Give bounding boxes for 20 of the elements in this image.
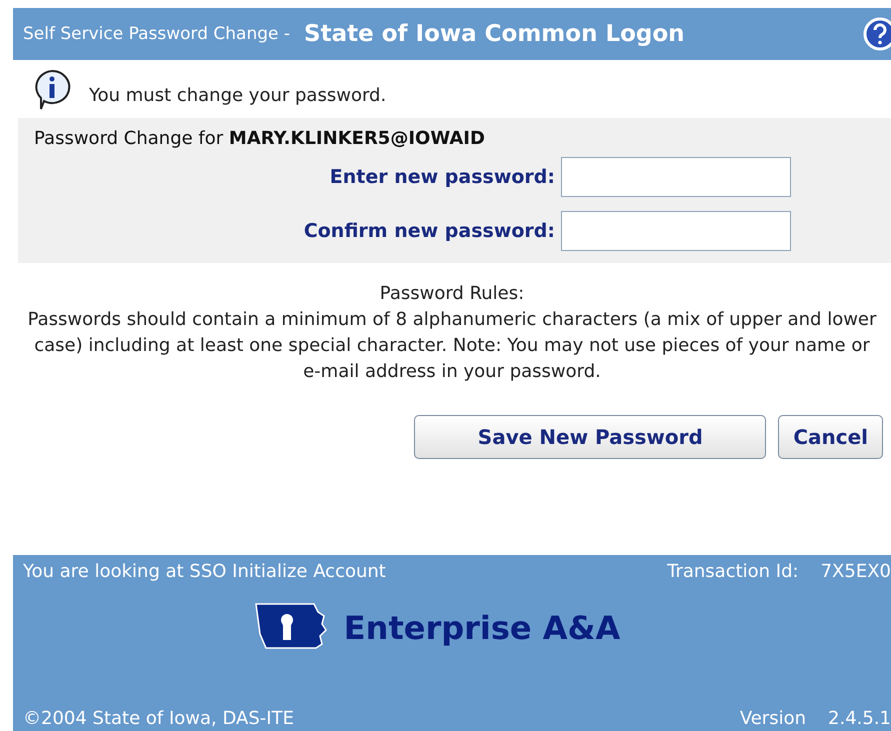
field-label: Enter new password: xyxy=(328,166,555,188)
page-subtitle: Self Service Password Change - xyxy=(23,24,290,44)
password-field[interactable] xyxy=(561,157,791,197)
form-heading: Password Change for MARY.KLINKER5@IOWAID xyxy=(34,128,486,149)
version-number: 2.4.5.1 xyxy=(828,708,891,729)
logo-text: Enterprise A&A xyxy=(344,609,620,647)
rules-text: Passwords should contain a minimum of 8 alphanumeric characters (a mix of upper and lower case) including at least one special character. Note: You may not use pieces of your name or e-mail address in your password. xyxy=(27,308,877,384)
transaction-label: Transaction Id: xyxy=(667,561,799,582)
cancel-button[interactable]: Cancel xyxy=(778,415,883,460)
help-icon[interactable] xyxy=(863,17,891,51)
location-text: You are looking at SSO Initialize Account xyxy=(23,561,386,582)
page-title: State of Iowa Common Logon xyxy=(304,21,686,47)
info-message: You must change your password. xyxy=(89,85,386,106)
field-label: Confirm new password: xyxy=(302,220,555,242)
password-field[interactable] xyxy=(561,211,791,251)
copyright-text: ©2004 State of Iowa, DAS-ITE xyxy=(23,708,294,729)
rules-title: Password Rules: xyxy=(378,282,526,306)
save-button[interactable]: Save New Password xyxy=(414,415,766,460)
transaction-id: 7X5EX0 xyxy=(820,561,891,582)
version-label: Version xyxy=(740,708,806,729)
